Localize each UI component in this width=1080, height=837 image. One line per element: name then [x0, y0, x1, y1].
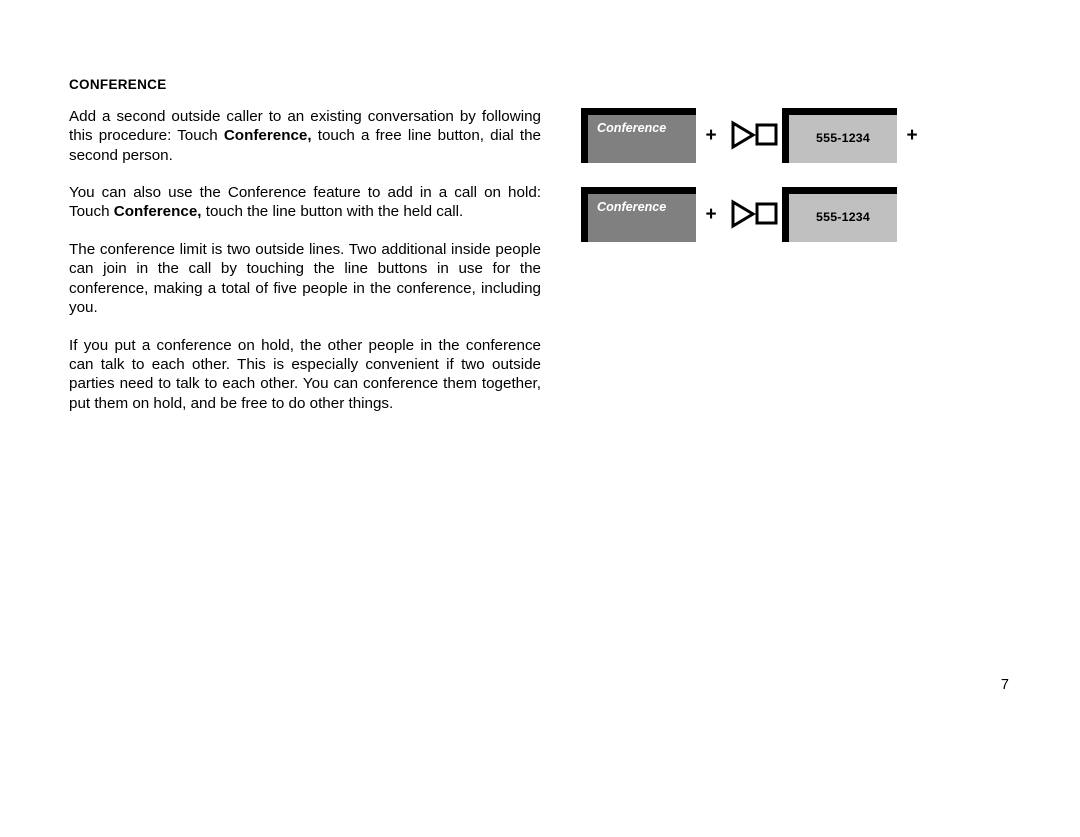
conference-key-label: Conference [597, 199, 667, 214]
diagram-row: Conference + 555-1234 + [581, 104, 927, 166]
paragraph-3: The conference limit is two outside line… [69, 240, 541, 317]
emphasis-text: Conference, [113, 203, 202, 221]
plus-separator-trailing: + [906, 124, 918, 146]
touch-triangle-square-icon [726, 199, 782, 229]
plus-separator: + [705, 203, 717, 225]
line-number-box[interactable]: 555-1234 [782, 186, 897, 242]
touch-triangle-square-icon [726, 120, 782, 150]
paragraph-2: You can also use the Conference feature … [69, 184, 541, 221]
page-title: CONFERENCE [69, 77, 167, 92]
diagram-row: Conference + 555-1234 [581, 183, 927, 245]
body-text-column: CONFERENCE Add a second outside caller t… [69, 77, 541, 413]
line-number-box[interactable]: 555-1234 [782, 107, 897, 163]
line-number-label: 555-1234 [816, 210, 870, 225]
page-number: 7 [1000, 677, 1009, 693]
conference-key-button[interactable]: Conference [581, 107, 696, 163]
conference-procedure-diagram: Conference + 555-1234 + Conference + 555… [581, 104, 927, 245]
paragraph-4: If you put a conference on hold, the oth… [69, 336, 541, 412]
plus-separator: + [705, 124, 717, 146]
conference-key-button[interactable]: Conference [581, 186, 696, 242]
paragraph-1: Add a second outside caller to an existi… [69, 107, 541, 164]
document-page: CONFERENCE Add a second outside caller t… [0, 0, 1080, 837]
line-number-label: 555-1234 [816, 131, 870, 146]
emphasis-text: Conference, [223, 127, 312, 145]
conference-key-label: Conference [597, 120, 667, 135]
